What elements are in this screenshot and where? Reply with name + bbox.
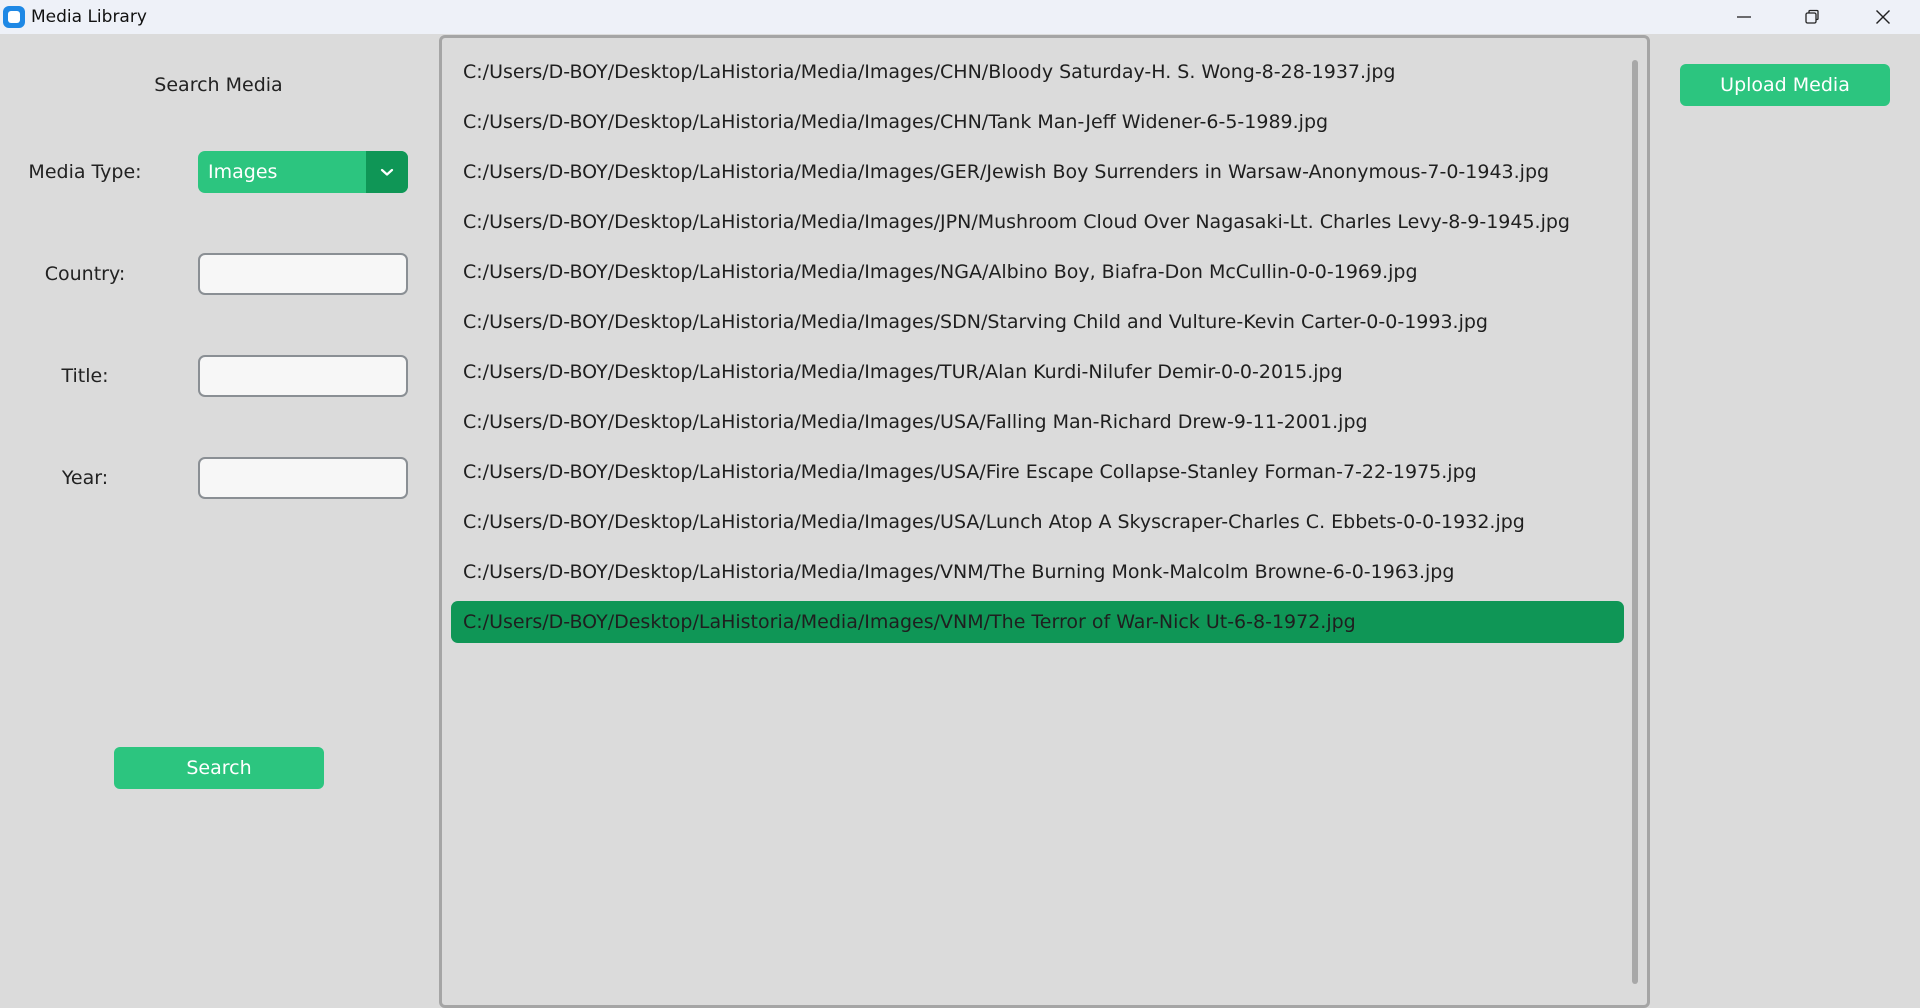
list-scrollbar[interactable] <box>1632 60 1638 984</box>
list-item[interactable]: C:/Users/D-BOY/Desktop/LaHistoria/Media/… <box>451 551 1624 593</box>
search-panel-heading: Search Media <box>154 74 283 96</box>
list-item[interactable]: C:/Users/D-BOY/Desktop/LaHistoria/Media/… <box>451 401 1624 443</box>
window-title: Media Library <box>31 7 147 27</box>
restore-button[interactable] <box>1778 0 1846 34</box>
list-item[interactable]: C:/Users/D-BOY/Desktop/LaHistoria/Media/… <box>451 251 1624 293</box>
restore-icon <box>1805 9 1819 24</box>
country-label: Country: <box>44 263 126 285</box>
minimize-button[interactable] <box>1710 0 1778 34</box>
list-item[interactable]: C:/Users/D-BOY/Desktop/LaHistoria/Media/… <box>451 151 1624 193</box>
list-item[interactable]: C:/Users/D-BOY/Desktop/LaHistoria/Media/… <box>451 101 1624 143</box>
country-input[interactable] <box>198 253 408 295</box>
year-label: Year: <box>61 467 109 489</box>
media-type-dropdown[interactable]: Images <box>198 151 408 193</box>
list-item[interactable]: C:/Users/D-BOY/Desktop/LaHistoria/Media/… <box>451 351 1624 393</box>
list-item[interactable]: C:/Users/D-BOY/Desktop/LaHistoria/Media/… <box>451 451 1624 493</box>
upload-media-button[interactable]: Upload Media <box>1680 64 1890 106</box>
close-icon <box>1876 10 1890 24</box>
list-item-selected[interactable]: C:/Users/D-BOY/Desktop/LaHistoria/Media/… <box>451 601 1624 643</box>
title-bar: Media Library <box>0 0 1920 34</box>
list-item[interactable]: C:/Users/D-BOY/Desktop/LaHistoria/Media/… <box>451 501 1624 543</box>
list-item[interactable]: C:/Users/D-BOY/Desktop/LaHistoria/Media/… <box>451 301 1624 343</box>
dropdown-arrow-button[interactable] <box>366 151 408 193</box>
media-type-label: Media Type: <box>28 161 142 183</box>
media-list-panel: C:/Users/D-BOY/Desktop/LaHistoria/Media/… <box>439 35 1650 1008</box>
close-button[interactable] <box>1849 0 1917 34</box>
list-item[interactable]: C:/Users/D-BOY/Desktop/LaHistoria/Media/… <box>451 51 1624 93</box>
app-icon <box>3 6 25 28</box>
chevron-down-icon <box>380 168 394 176</box>
title-label: Title: <box>61 365 109 387</box>
list-item[interactable]: C:/Users/D-BOY/Desktop/LaHistoria/Media/… <box>451 201 1624 243</box>
search-button[interactable]: Search <box>114 747 324 789</box>
media-type-value: Images <box>208 161 278 183</box>
title-input[interactable] <box>198 355 408 397</box>
minimize-icon <box>1737 16 1751 18</box>
year-input[interactable] <box>198 457 408 499</box>
